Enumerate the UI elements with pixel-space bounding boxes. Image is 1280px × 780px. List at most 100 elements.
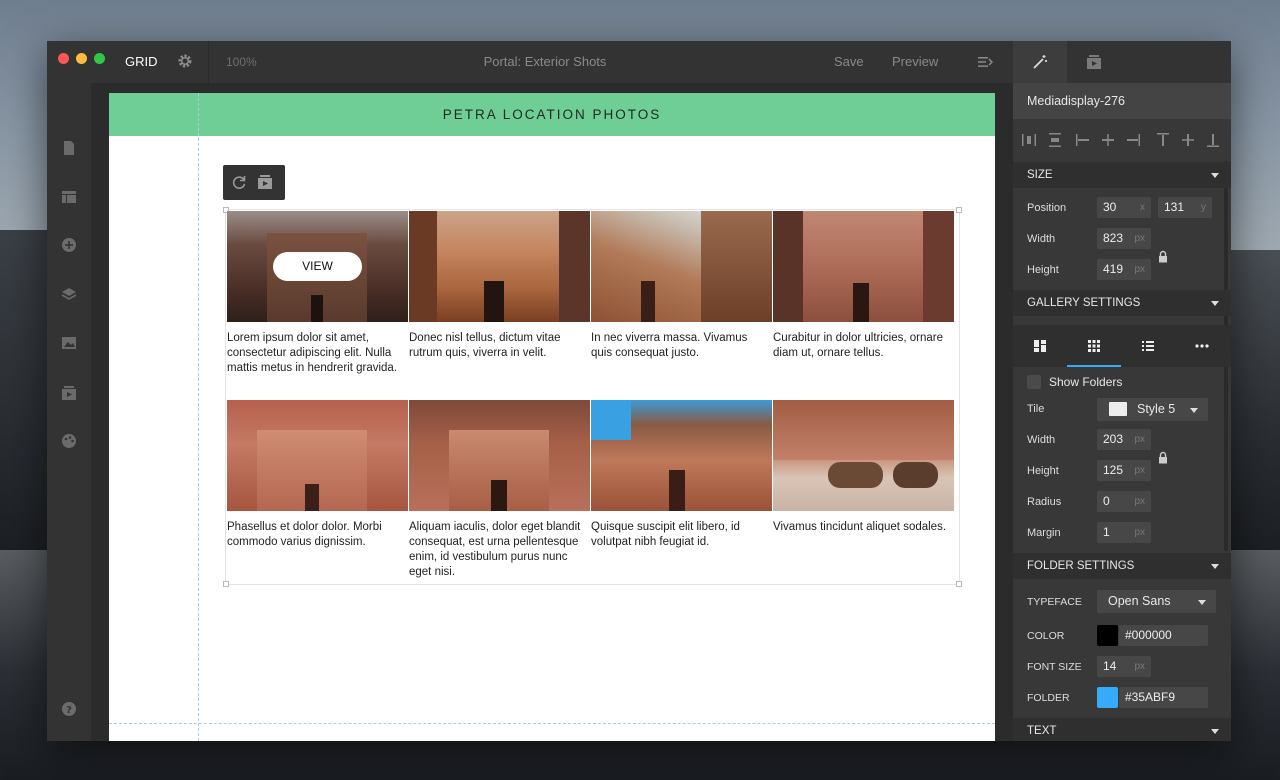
gallery-tile[interactable]: Vivamus tincidunt aliquet sodales. bbox=[773, 400, 954, 535]
page-icon[interactable] bbox=[61, 140, 77, 156]
grid-icon bbox=[1088, 340, 1100, 352]
tile-style-select[interactable]: Style 5 bbox=[1097, 398, 1208, 421]
chevron-down-icon bbox=[1211, 301, 1219, 306]
folder-color-swatch[interactable] bbox=[1097, 687, 1118, 708]
font-size-label: FONT SIZE bbox=[1027, 661, 1082, 673]
field-value: 125 bbox=[1103, 463, 1124, 477]
lock-icon[interactable] bbox=[1158, 250, 1168, 263]
gallery-tile[interactable]: In nec viverra massa. Vivamus quis conse… bbox=[591, 211, 772, 361]
image-icon[interactable] bbox=[61, 335, 77, 351]
gallery-layout-tabs bbox=[1013, 325, 1231, 367]
layout-icon[interactable] bbox=[61, 189, 77, 205]
lock-icon[interactable] bbox=[1158, 451, 1168, 464]
magic-wand-icon bbox=[1033, 55, 1047, 69]
media-icon[interactable] bbox=[257, 174, 273, 190]
save-button[interactable]: Save bbox=[834, 54, 864, 69]
media-icon[interactable] bbox=[61, 385, 77, 401]
field-unit: px bbox=[1134, 661, 1145, 672]
color-hex-field[interactable]: #000000 bbox=[1119, 625, 1208, 646]
radius-field[interactable]: 0 px bbox=[1097, 491, 1151, 512]
margin-field[interactable]: 1 px bbox=[1097, 522, 1151, 543]
section-title: FOLDER SETTINGS bbox=[1027, 560, 1135, 572]
section-gallery-settings[interactable]: GALLERY SETTINGS bbox=[1013, 290, 1231, 316]
tile-photo[interactable]: VIEW bbox=[227, 211, 408, 322]
tab-masonry-layout[interactable] bbox=[1013, 325, 1067, 367]
typeface-select[interactable]: Open Sans bbox=[1097, 590, 1216, 613]
resize-handle[interactable] bbox=[223, 581, 229, 587]
section-folder-settings[interactable]: FOLDER SETTINGS bbox=[1013, 553, 1231, 579]
chevron-down-icon bbox=[1211, 173, 1219, 178]
align-top-icon[interactable] bbox=[1155, 132, 1171, 148]
tile-photo[interactable] bbox=[773, 211, 954, 322]
align-bottom-icon[interactable] bbox=[1205, 132, 1221, 148]
refresh-icon[interactable] bbox=[231, 174, 247, 190]
position-x-field[interactable]: 30 x bbox=[1097, 197, 1151, 218]
gallery-tile[interactable]: VIEW Lorem ipsum dolor sit amet, consect… bbox=[227, 211, 408, 376]
svg-text:?: ? bbox=[66, 705, 72, 716]
add-icon[interactable] bbox=[61, 237, 77, 253]
font-size-field[interactable]: 14 px bbox=[1097, 656, 1151, 677]
show-folders-checkbox[interactable] bbox=[1027, 375, 1041, 389]
masonry-icon bbox=[1034, 340, 1046, 352]
width-label: Width bbox=[1027, 233, 1056, 245]
align-right-icon[interactable] bbox=[1125, 132, 1141, 148]
height-field[interactable]: 419 px bbox=[1097, 259, 1151, 280]
folder-color-hex-field[interactable]: #35ABF9 bbox=[1119, 687, 1208, 708]
layers-icon[interactable] bbox=[61, 286, 77, 302]
position-y-field[interactable]: 131 y bbox=[1158, 197, 1212, 218]
app-window: GRID 100% Portal: Exterior Shots Save Pr… bbox=[47, 41, 1231, 741]
folder-color-label: FOLDER bbox=[1027, 692, 1070, 704]
preview-button[interactable]: Preview bbox=[892, 54, 938, 69]
section-text[interactable]: TEXT bbox=[1013, 718, 1231, 741]
field-unit: x bbox=[1140, 202, 1145, 213]
gallery-tile[interactable]: Aliquam iaculis, dolor eget blandit cons… bbox=[409, 400, 590, 580]
align-left-icon[interactable] bbox=[1075, 132, 1091, 148]
tile-photo[interactable] bbox=[591, 400, 772, 511]
align-center-horizontal-icon[interactable] bbox=[1100, 132, 1116, 148]
distribute-vertical-icon[interactable] bbox=[1047, 132, 1063, 148]
width-field[interactable]: 823 px bbox=[1097, 228, 1151, 249]
margin-label: Margin bbox=[1027, 527, 1061, 539]
tile-caption: Phasellus et dolor dolor. Morbi commodo … bbox=[227, 521, 382, 548]
gallery-tile[interactable]: Phasellus et dolor dolor. Morbi commodo … bbox=[227, 400, 408, 550]
color-swatch[interactable] bbox=[1097, 625, 1118, 646]
resize-handle[interactable] bbox=[956, 581, 962, 587]
tile-caption: Aliquam iaculis, dolor eget blandit cons… bbox=[409, 521, 581, 578]
field-value: 823 bbox=[1103, 231, 1124, 245]
gallery-tile[interactable]: Quisque suscipit elit libero, id volutpa… bbox=[591, 400, 772, 550]
editor-canvas: PETRA LOCATION PHOTOS VIEW Lorem ipsum d… bbox=[91, 83, 1013, 741]
align-middle-icon[interactable] bbox=[1180, 132, 1196, 148]
view-button[interactable]: VIEW bbox=[273, 252, 362, 281]
chevron-down-icon bbox=[1211, 729, 1219, 734]
tile-photo[interactable] bbox=[773, 400, 954, 511]
tab-list-layout[interactable] bbox=[1121, 325, 1175, 367]
height-label: Height bbox=[1027, 264, 1059, 276]
resize-handle[interactable] bbox=[956, 207, 962, 213]
tab-more-layouts[interactable] bbox=[1175, 325, 1229, 367]
page-banner[interactable]: PETRA LOCATION PHOTOS bbox=[109, 93, 995, 136]
tile-photo[interactable] bbox=[409, 211, 590, 322]
tab-grid-layout[interactable] bbox=[1067, 325, 1121, 367]
tile-photo[interactable] bbox=[591, 211, 772, 322]
distribute-horizontal-icon[interactable] bbox=[1021, 132, 1037, 148]
gallery-tile[interactable]: Curabitur in dolor ultricies, ornare dia… bbox=[773, 211, 954, 361]
section-size[interactable]: SIZE bbox=[1013, 162, 1231, 188]
typeface-label: TYPEFACE bbox=[1027, 596, 1082, 608]
tile-photo[interactable] bbox=[409, 400, 590, 511]
color-label: COLOR bbox=[1027, 630, 1065, 642]
alignment-toolbar bbox=[1013, 119, 1231, 161]
tile-height-field[interactable]: 125 px bbox=[1097, 460, 1151, 481]
show-folders-label: Show Folders bbox=[1049, 375, 1123, 389]
tile-width-field[interactable]: 203 px bbox=[1097, 429, 1151, 450]
guide-line-vertical bbox=[198, 93, 199, 741]
tile-label: Tile bbox=[1027, 403, 1045, 415]
tile-photo[interactable] bbox=[227, 400, 408, 511]
align-menu-icon[interactable] bbox=[977, 54, 993, 70]
tab-design[interactable] bbox=[1013, 41, 1067, 83]
tab-media[interactable] bbox=[1067, 41, 1121, 83]
gallery-tile[interactable]: Donec nisl tellus, dictum vitae rutrum q… bbox=[409, 211, 590, 361]
palette-icon[interactable] bbox=[61, 433, 77, 449]
help-icon[interactable]: ? bbox=[61, 701, 77, 717]
field-value: 0 bbox=[1103, 494, 1110, 508]
media-gallery[interactable]: VIEW Lorem ipsum dolor sit amet, consect… bbox=[223, 207, 962, 587]
